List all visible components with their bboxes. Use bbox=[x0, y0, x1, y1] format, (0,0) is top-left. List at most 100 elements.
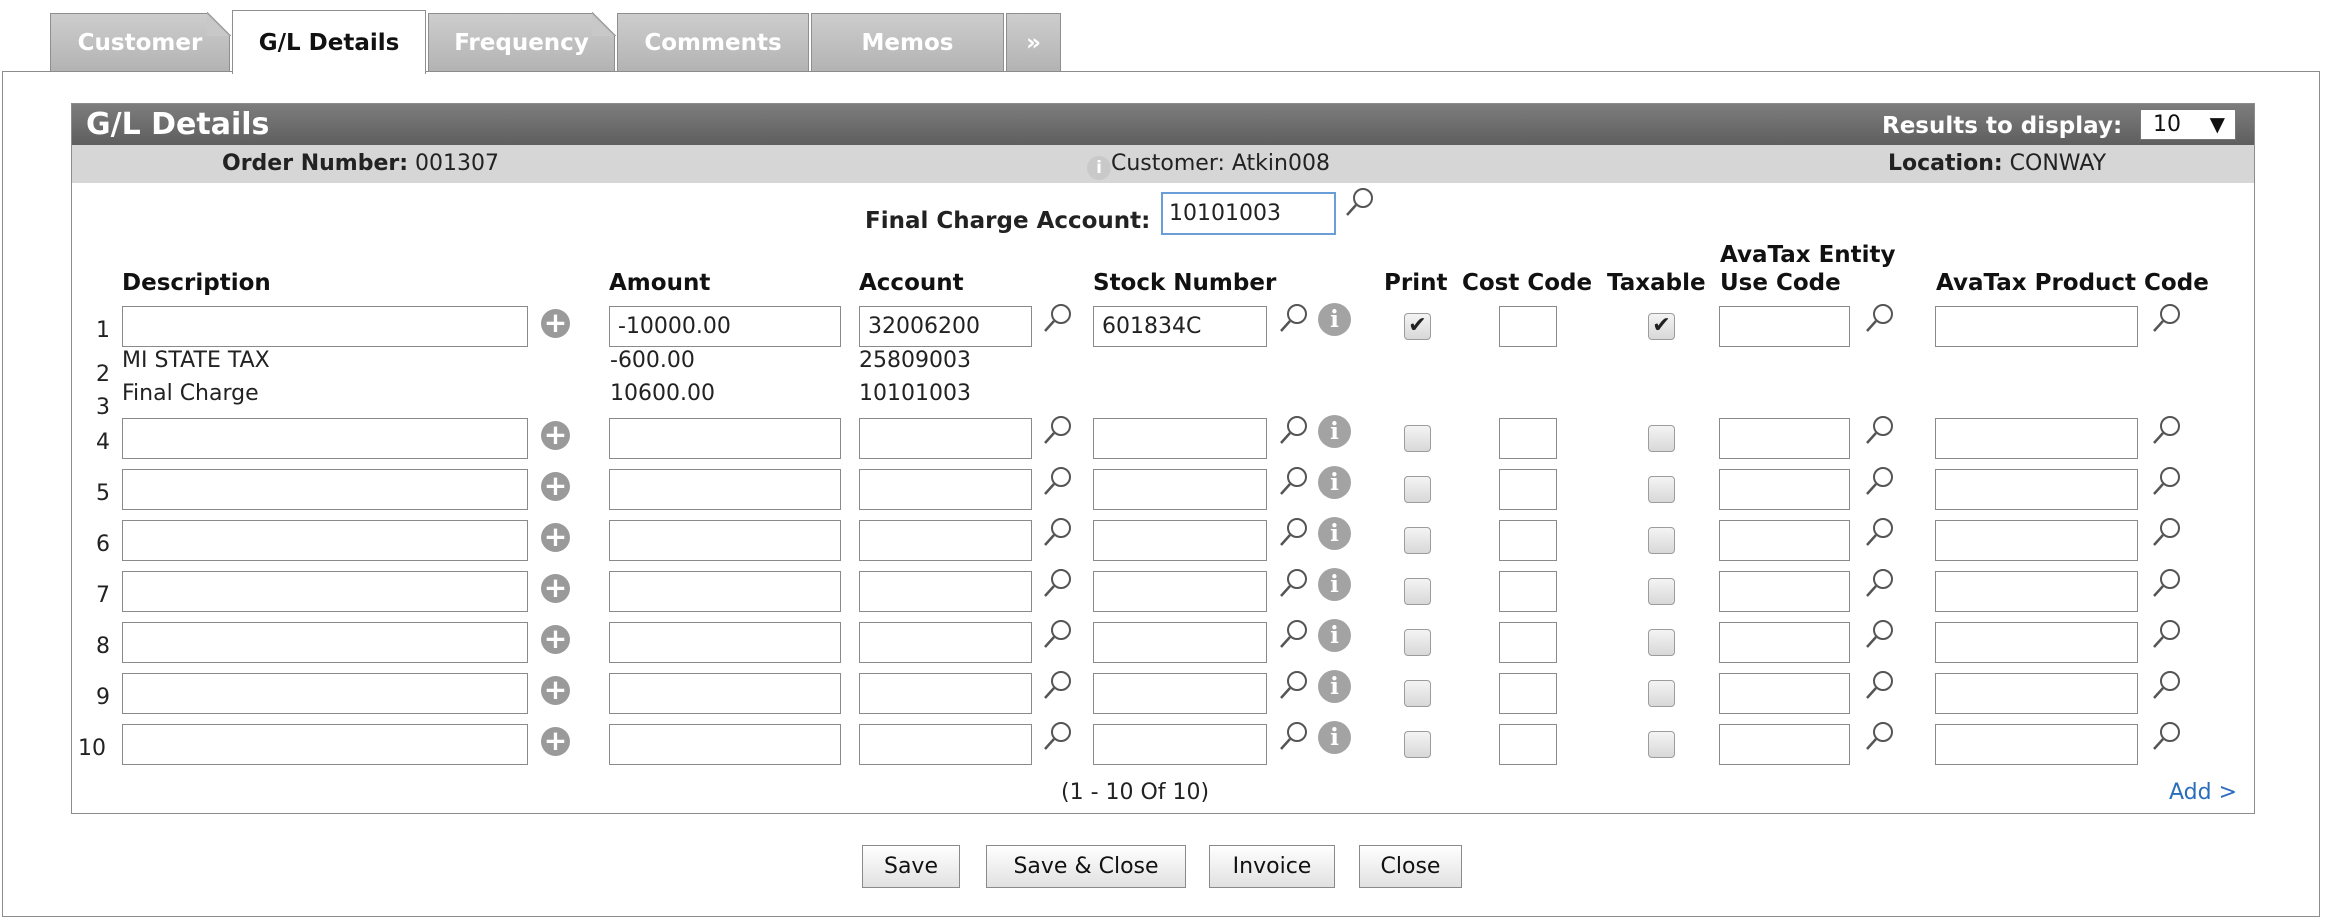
tab-frequency[interactable]: Frequency bbox=[428, 12, 616, 71]
account-input[interactable] bbox=[859, 306, 1032, 347]
search-icon[interactable] bbox=[1042, 414, 1074, 448]
account-input[interactable] bbox=[859, 571, 1032, 612]
search-icon[interactable] bbox=[1042, 465, 1074, 499]
tab-memos[interactable]: Memos bbox=[811, 13, 1004, 71]
amount-input[interactable] bbox=[609, 724, 841, 765]
stock-number-input[interactable] bbox=[1093, 520, 1267, 561]
stock-number-input[interactable] bbox=[1093, 306, 1267, 347]
account-input[interactable] bbox=[859, 724, 1032, 765]
search-icon[interactable] bbox=[1278, 516, 1310, 550]
search-icon[interactable] bbox=[1042, 302, 1074, 336]
save-button[interactable]: Save bbox=[862, 845, 960, 888]
search-icon[interactable] bbox=[1278, 465, 1310, 499]
stock-number-input[interactable] bbox=[1093, 571, 1267, 612]
description-input[interactable] bbox=[122, 469, 528, 510]
print-checkbox[interactable] bbox=[1404, 476, 1431, 503]
search-icon[interactable] bbox=[1864, 302, 1896, 336]
search-icon[interactable] bbox=[2151, 720, 2183, 754]
search-icon[interactable] bbox=[1042, 669, 1074, 703]
cost-code-input[interactable] bbox=[1499, 673, 1557, 714]
tab-gl-details[interactable]: G/L Details bbox=[232, 10, 426, 74]
stock-number-input[interactable] bbox=[1093, 622, 1267, 663]
add-circle-icon[interactable]: + bbox=[541, 309, 570, 338]
search-icon[interactable] bbox=[1864, 720, 1896, 754]
description-input[interactable] bbox=[122, 724, 528, 765]
info-icon[interactable]: i bbox=[1318, 466, 1351, 499]
tab-customer[interactable]: Customer bbox=[50, 12, 231, 71]
close-button[interactable]: Close bbox=[1359, 845, 1462, 888]
search-icon[interactable] bbox=[1278, 414, 1310, 448]
description-input[interactable] bbox=[122, 571, 528, 612]
search-icon[interactable] bbox=[1864, 567, 1896, 601]
avatax-product-input[interactable] bbox=[1935, 622, 2138, 663]
taxable-checkbox[interactable] bbox=[1648, 476, 1675, 503]
cost-code-input[interactable] bbox=[1499, 520, 1557, 561]
search-icon[interactable] bbox=[1042, 618, 1074, 652]
taxable-checkbox[interactable] bbox=[1648, 527, 1675, 554]
search-icon[interactable] bbox=[1042, 720, 1074, 754]
info-icon[interactable]: i bbox=[1318, 517, 1351, 550]
account-input[interactable] bbox=[859, 469, 1032, 510]
search-icon[interactable] bbox=[2151, 618, 2183, 652]
tab-more[interactable]: » bbox=[1006, 13, 1061, 71]
add-circle-icon[interactable]: + bbox=[541, 625, 570, 654]
add-link[interactable]: Add > bbox=[2169, 780, 2237, 805]
search-icon[interactable] bbox=[1278, 567, 1310, 601]
search-icon[interactable] bbox=[1278, 669, 1310, 703]
account-input[interactable] bbox=[859, 418, 1032, 459]
add-circle-icon[interactable]: + bbox=[541, 472, 570, 501]
info-icon[interactable]: i bbox=[1318, 303, 1351, 336]
description-input[interactable] bbox=[122, 418, 528, 459]
cost-code-input[interactable] bbox=[1499, 418, 1557, 459]
taxable-checkbox[interactable] bbox=[1648, 731, 1675, 758]
search-icon[interactable] bbox=[2151, 567, 2183, 601]
description-input[interactable] bbox=[122, 622, 528, 663]
description-input[interactable] bbox=[122, 520, 528, 561]
amount-input[interactable] bbox=[609, 520, 841, 561]
taxable-checkbox[interactable] bbox=[1648, 425, 1675, 452]
amount-input[interactable] bbox=[609, 673, 841, 714]
info-icon[interactable]: i bbox=[1318, 619, 1351, 652]
avatax-entity-input[interactable] bbox=[1719, 571, 1850, 612]
print-checkbox[interactable] bbox=[1404, 680, 1431, 707]
account-input[interactable] bbox=[859, 520, 1032, 561]
description-input[interactable] bbox=[122, 306, 528, 347]
avatax-product-input[interactable] bbox=[1935, 571, 2138, 612]
search-icon[interactable] bbox=[1278, 302, 1310, 336]
taxable-checkbox[interactable] bbox=[1648, 578, 1675, 605]
search-icon[interactable] bbox=[1042, 567, 1074, 601]
avatax-entity-input[interactable] bbox=[1719, 418, 1850, 459]
add-circle-icon[interactable]: + bbox=[541, 421, 570, 450]
amount-input[interactable] bbox=[609, 306, 841, 347]
taxable-checkbox[interactable] bbox=[1648, 629, 1675, 656]
search-icon[interactable] bbox=[1864, 618, 1896, 652]
avatax-product-input[interactable] bbox=[1935, 673, 2138, 714]
print-checkbox[interactable] bbox=[1404, 629, 1431, 656]
search-icon[interactable] bbox=[2151, 302, 2183, 336]
taxable-checkbox[interactable]: ✔ bbox=[1648, 313, 1675, 340]
search-icon[interactable] bbox=[1864, 669, 1896, 703]
avatax-entity-input[interactable] bbox=[1719, 469, 1850, 510]
invoice-button[interactable]: Invoice bbox=[1209, 845, 1335, 888]
amount-input[interactable] bbox=[609, 418, 841, 459]
print-checkbox[interactable] bbox=[1404, 578, 1431, 605]
stock-number-input[interactable] bbox=[1093, 418, 1267, 459]
avatax-product-input[interactable] bbox=[1935, 306, 2138, 347]
search-icon[interactable] bbox=[1042, 516, 1074, 550]
taxable-checkbox[interactable] bbox=[1648, 680, 1675, 707]
amount-input[interactable] bbox=[609, 622, 841, 663]
account-input[interactable] bbox=[859, 673, 1032, 714]
info-icon[interactable]: i bbox=[1318, 568, 1351, 601]
description-input[interactable] bbox=[122, 673, 528, 714]
search-icon[interactable] bbox=[2151, 414, 2183, 448]
final-charge-input[interactable] bbox=[1161, 192, 1336, 235]
print-checkbox[interactable] bbox=[1404, 527, 1431, 554]
cost-code-input[interactable] bbox=[1499, 724, 1557, 765]
amount-input[interactable] bbox=[609, 571, 841, 612]
cost-code-input[interactable] bbox=[1499, 469, 1557, 510]
search-icon[interactable] bbox=[1344, 186, 1376, 220]
search-icon[interactable] bbox=[2151, 465, 2183, 499]
account-input[interactable] bbox=[859, 622, 1032, 663]
avatax-product-input[interactable] bbox=[1935, 469, 2138, 510]
search-icon[interactable] bbox=[1864, 465, 1896, 499]
